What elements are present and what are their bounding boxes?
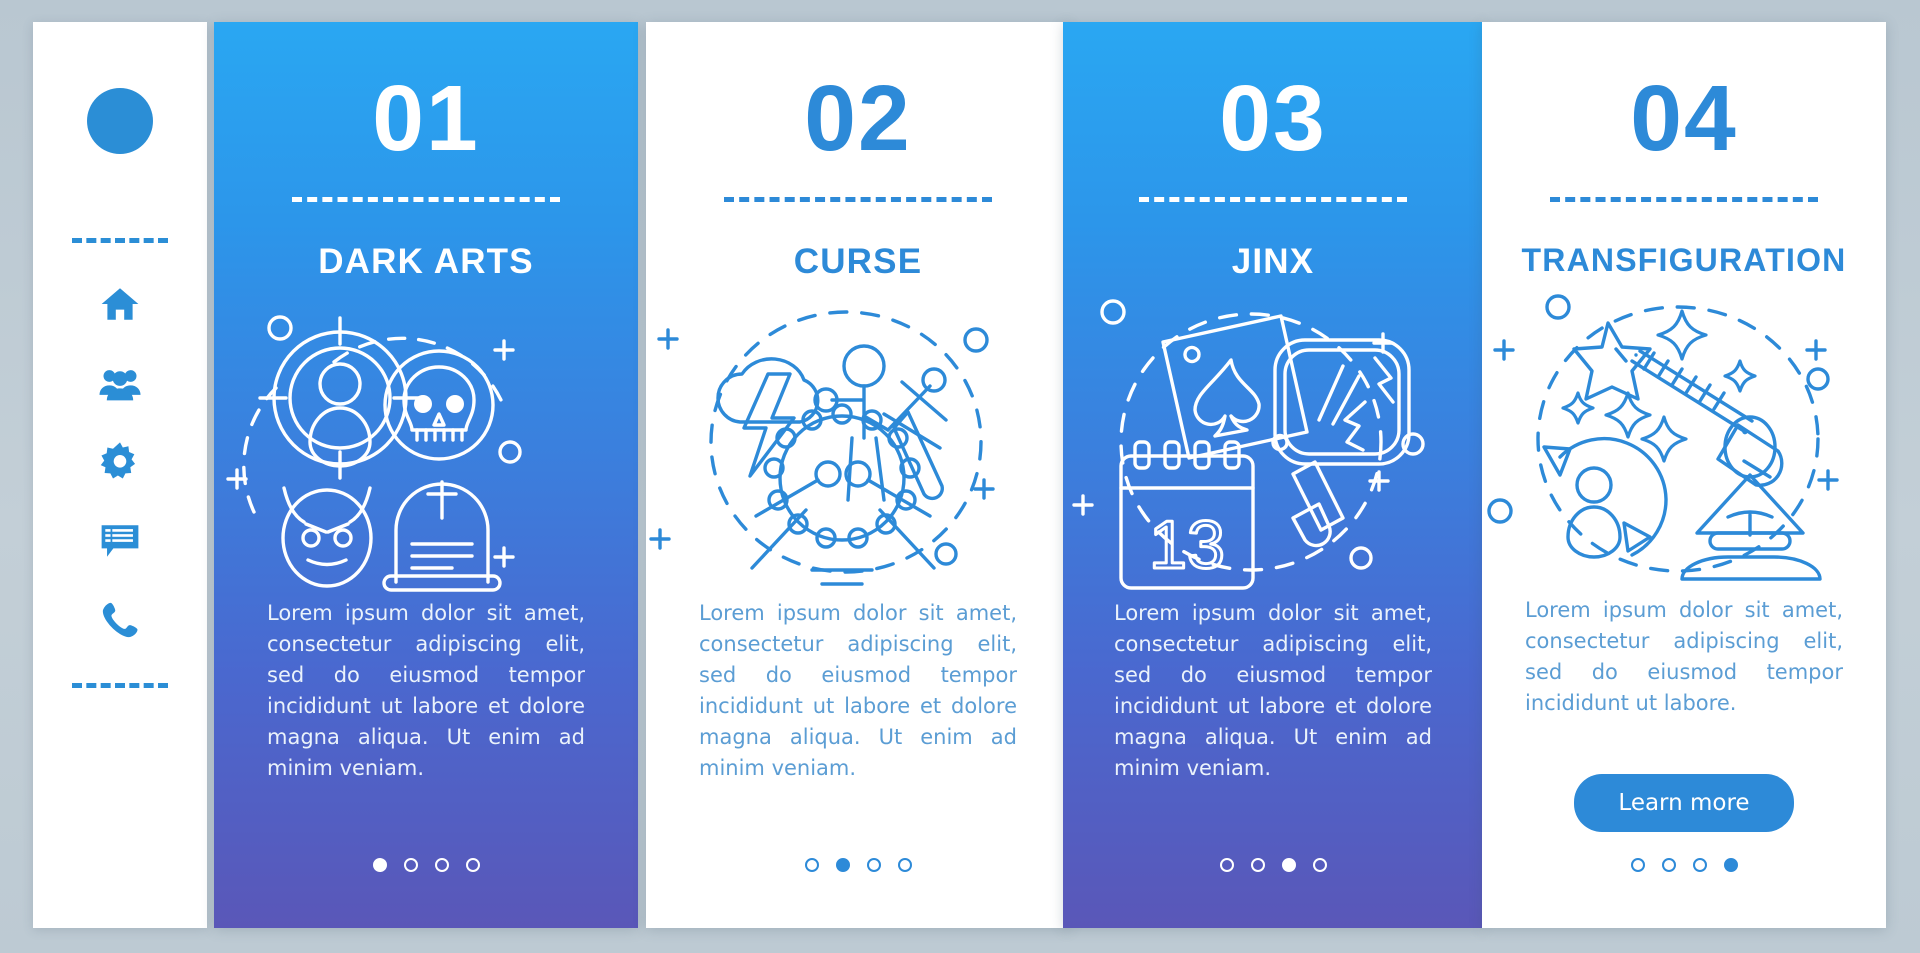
illustration-dark-arts bbox=[214, 292, 638, 592]
dot-1[interactable] bbox=[1219, 858, 1234, 872]
deco-dashed-ellipse bbox=[709, 310, 983, 574]
sidebar-nav bbox=[97, 281, 143, 643]
deco-plus-icon bbox=[1817, 469, 1839, 491]
deco-circle-icon bbox=[498, 440, 522, 464]
home-icon bbox=[101, 288, 139, 320]
onboarding-card-4: 04 TRANSFIGURATION Lorem ipsum dolor sit… bbox=[1482, 22, 1886, 928]
pagination-dots bbox=[1630, 858, 1738, 872]
deco-plus-icon bbox=[493, 546, 515, 568]
deco-circle-icon bbox=[1349, 546, 1373, 570]
card-divider bbox=[1139, 197, 1407, 202]
card-divider bbox=[292, 197, 560, 202]
card-number: 03 bbox=[1219, 66, 1327, 170]
mirror-handle bbox=[1291, 460, 1345, 532]
card-title: JINX bbox=[1231, 242, 1315, 281]
sidebar-divider-bottom bbox=[72, 683, 168, 688]
skull-icon bbox=[383, 349, 495, 461]
deco-circle-icon bbox=[267, 315, 293, 341]
pagination-dots bbox=[1219, 858, 1327, 872]
deco-circle-icon bbox=[1806, 367, 1830, 391]
onboarding-card-3: 03 JINX 13 Lorem ipsum dolor sit amet, c… bbox=[1063, 22, 1483, 928]
dot-4[interactable] bbox=[1723, 858, 1738, 872]
sidebar-item-home[interactable] bbox=[97, 281, 143, 327]
card-title: CURSE bbox=[793, 242, 923, 281]
onboarding-screens: 01 DARK ARTS Lorem ipsum dolor sit amet,… bbox=[0, 0, 1920, 953]
sidebar-item-phone[interactable] bbox=[97, 597, 143, 643]
deco-plus-icon bbox=[1072, 494, 1094, 516]
sidebar-item-settings[interactable] bbox=[97, 439, 143, 485]
wand-star bbox=[1572, 321, 1652, 401]
calendar-day-number: 13 bbox=[1149, 507, 1225, 583]
tombstone-icon bbox=[382, 480, 502, 592]
person-transform-cycle-icon bbox=[1542, 436, 1668, 559]
card-body: Lorem ipsum dolor sit amet, consectetur … bbox=[267, 601, 585, 781]
dot-1[interactable] bbox=[1630, 858, 1645, 872]
dot-2[interactable] bbox=[1661, 858, 1676, 872]
calendar-13-icon: 13 bbox=[1119, 440, 1255, 590]
dot-3[interactable] bbox=[1281, 858, 1296, 872]
pagination-dots bbox=[372, 858, 480, 872]
sidebar-divider-top bbox=[72, 238, 168, 243]
illustration-curse bbox=[646, 292, 1070, 592]
deco-plus-icon bbox=[649, 528, 671, 550]
illustration-jinx: 13 bbox=[1063, 292, 1483, 592]
deco-circle-icon bbox=[1100, 299, 1126, 325]
card-divider bbox=[1550, 197, 1818, 202]
sidebar-item-users[interactable] bbox=[97, 360, 143, 406]
sidebar-item-messages[interactable] bbox=[97, 518, 143, 564]
dot-4[interactable] bbox=[897, 858, 912, 872]
chat-icon bbox=[101, 525, 139, 557]
deco-plus-icon bbox=[1493, 339, 1515, 361]
avatar[interactable] bbox=[87, 88, 153, 154]
dot-2[interactable] bbox=[1250, 858, 1265, 872]
dot-1[interactable] bbox=[804, 858, 819, 872]
dot-3[interactable] bbox=[866, 858, 881, 872]
dot-3[interactable] bbox=[434, 858, 449, 872]
users-icon bbox=[99, 370, 141, 401]
dot-2[interactable] bbox=[403, 858, 418, 872]
card-number: 04 bbox=[1630, 66, 1738, 170]
dot-3[interactable] bbox=[1692, 858, 1707, 872]
card-title: TRANSFIGURATION bbox=[1521, 242, 1847, 278]
card-number: 01 bbox=[372, 66, 480, 170]
meditating-figure-icon bbox=[1680, 415, 1822, 581]
dot-4[interactable] bbox=[465, 858, 480, 872]
deco-circle-icon bbox=[963, 327, 989, 353]
deco-plus-icon bbox=[1805, 339, 1827, 361]
card-body: Lorem ipsum dolor sit amet, consectetur … bbox=[699, 601, 1017, 781]
dot-1[interactable] bbox=[372, 858, 387, 872]
illustration-transfiguration bbox=[1482, 289, 1886, 589]
deco-plus-icon bbox=[657, 328, 679, 350]
devil-face-icon bbox=[281, 486, 373, 588]
broken-mirror-icon bbox=[1273, 338, 1411, 548]
dot-4[interactable] bbox=[1312, 858, 1327, 872]
onboarding-card-2: 02 CURSE Lorem ipsum dolor sit amet, con… bbox=[646, 22, 1070, 928]
deco-plus-icon bbox=[973, 478, 995, 500]
deco-dashed-arc bbox=[242, 386, 278, 514]
pagination-dots bbox=[804, 858, 912, 872]
gear-icon bbox=[100, 442, 136, 479]
deco-circle-icon bbox=[934, 542, 958, 566]
deco-circle-icon bbox=[1487, 498, 1513, 524]
card-number: 02 bbox=[804, 66, 912, 170]
learn-more-button[interactable]: Learn more bbox=[1574, 774, 1794, 832]
phone-icon bbox=[102, 602, 138, 638]
sidebar bbox=[33, 22, 207, 928]
dot-2[interactable] bbox=[835, 858, 850, 872]
card-divider bbox=[724, 197, 992, 202]
deco-circle-icon bbox=[1545, 294, 1571, 320]
onboarding-card-1: 01 DARK ARTS Lorem ipsum dolor sit amet,… bbox=[214, 22, 638, 928]
target-person-icon bbox=[258, 316, 422, 480]
deco-plus-icon bbox=[493, 339, 515, 361]
card-body: Lorem ipsum dolor sit amet, consectetur … bbox=[1525, 598, 1843, 716]
card-body: Lorem ipsum dolor sit amet, consectetur … bbox=[1114, 601, 1432, 781]
card-title: DARK ARTS bbox=[318, 242, 534, 281]
